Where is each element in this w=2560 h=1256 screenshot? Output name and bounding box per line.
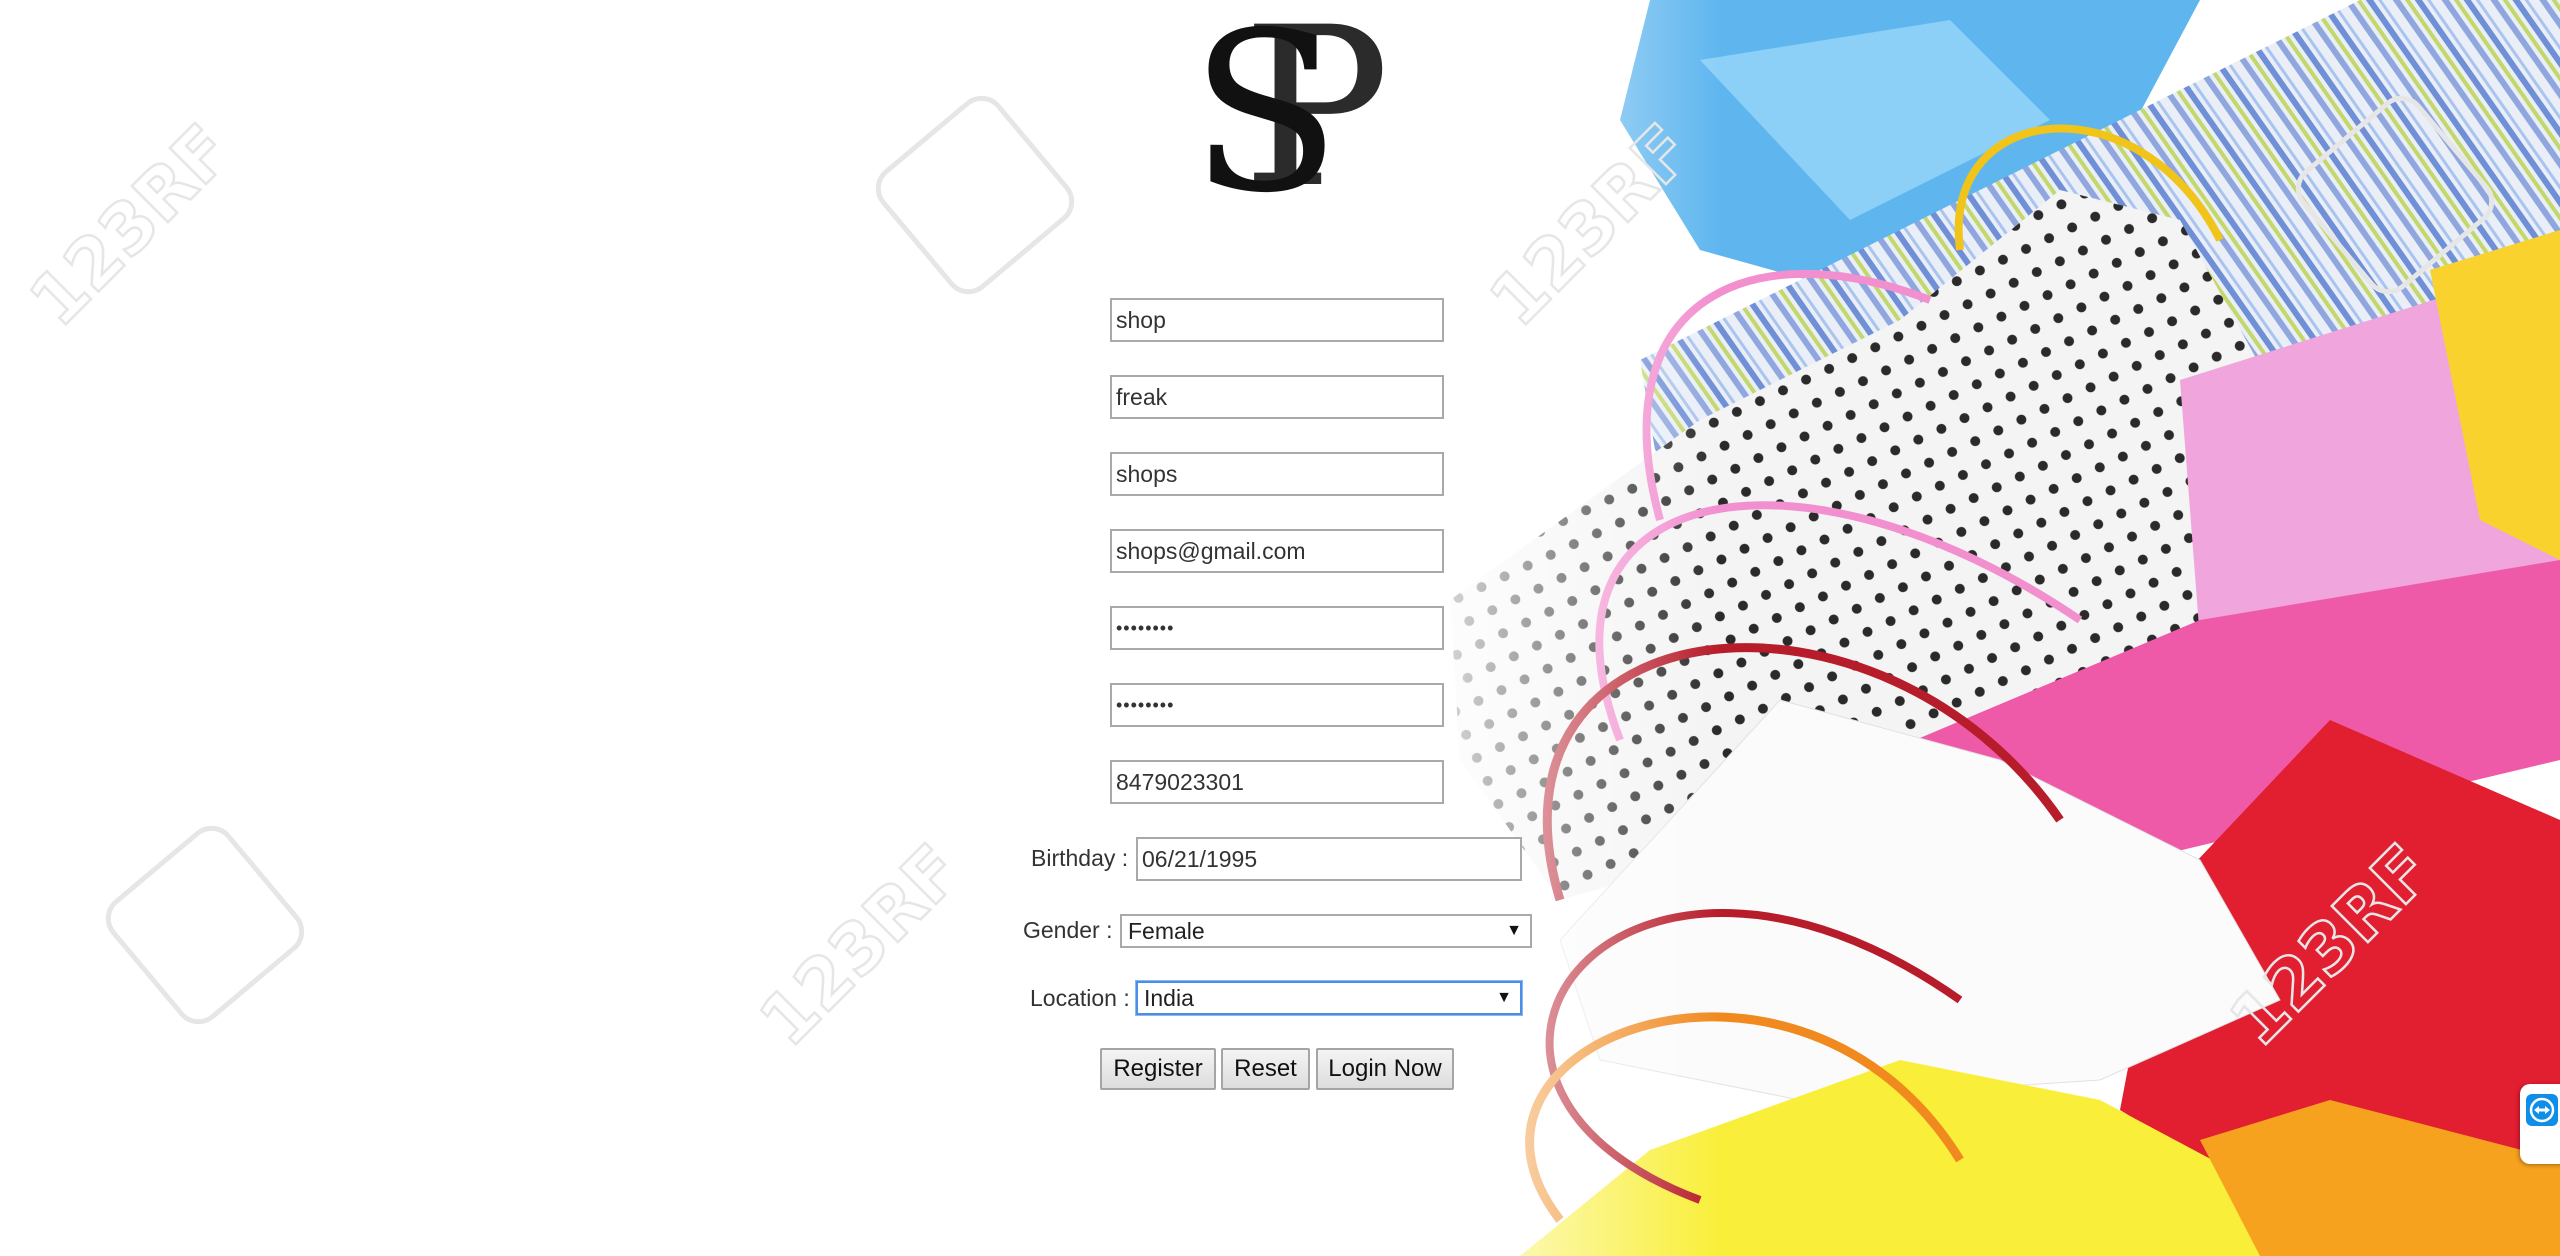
teamviewer-widget[interactable] — [2520, 1084, 2560, 1164]
location-select-value: India — [1144, 985, 1194, 1011]
login-now-button[interactable]: Login Now — [1316, 1048, 1454, 1090]
gender-select[interactable]: Female ▼ — [1120, 914, 1532, 948]
watermark-text: 123RF — [14, 109, 247, 342]
teamviewer-icon — [2526, 1094, 2558, 1126]
chevron-down-icon: ▼ — [1496, 989, 1512, 1006]
confirm-password-input[interactable]: •••••••• — [1110, 683, 1444, 727]
birthday-label: Birthday : — [1031, 845, 1129, 871]
last-name-input[interactable]: freak — [1110, 375, 1444, 419]
location-select[interactable]: India ▼ — [1136, 981, 1522, 1015]
shop-logo: P S — [1190, 0, 1390, 278]
password-input[interactable]: •••••••• — [1110, 606, 1444, 650]
first-name-input[interactable]: shop — [1110, 298, 1444, 342]
gender-label: Gender : — [1023, 917, 1113, 943]
watermark-text: 123RF — [744, 829, 977, 1062]
birthday-input[interactable]: 06/21/1995 — [1136, 837, 1522, 881]
gender-select-value: Female — [1128, 918, 1205, 944]
phone-input[interactable]: 8479023301 — [1110, 760, 1444, 804]
register-button[interactable]: Register — [1100, 1048, 1216, 1090]
chevron-down-icon: ▼ — [1506, 922, 1522, 939]
email-input[interactable]: shops@gmail.com — [1110, 529, 1444, 573]
username-input[interactable]: shops — [1110, 452, 1444, 496]
location-label: Location : — [1030, 985, 1130, 1011]
logo-letter-s: S — [1190, 0, 1341, 241]
reset-button[interactable]: Reset — [1221, 1048, 1310, 1090]
